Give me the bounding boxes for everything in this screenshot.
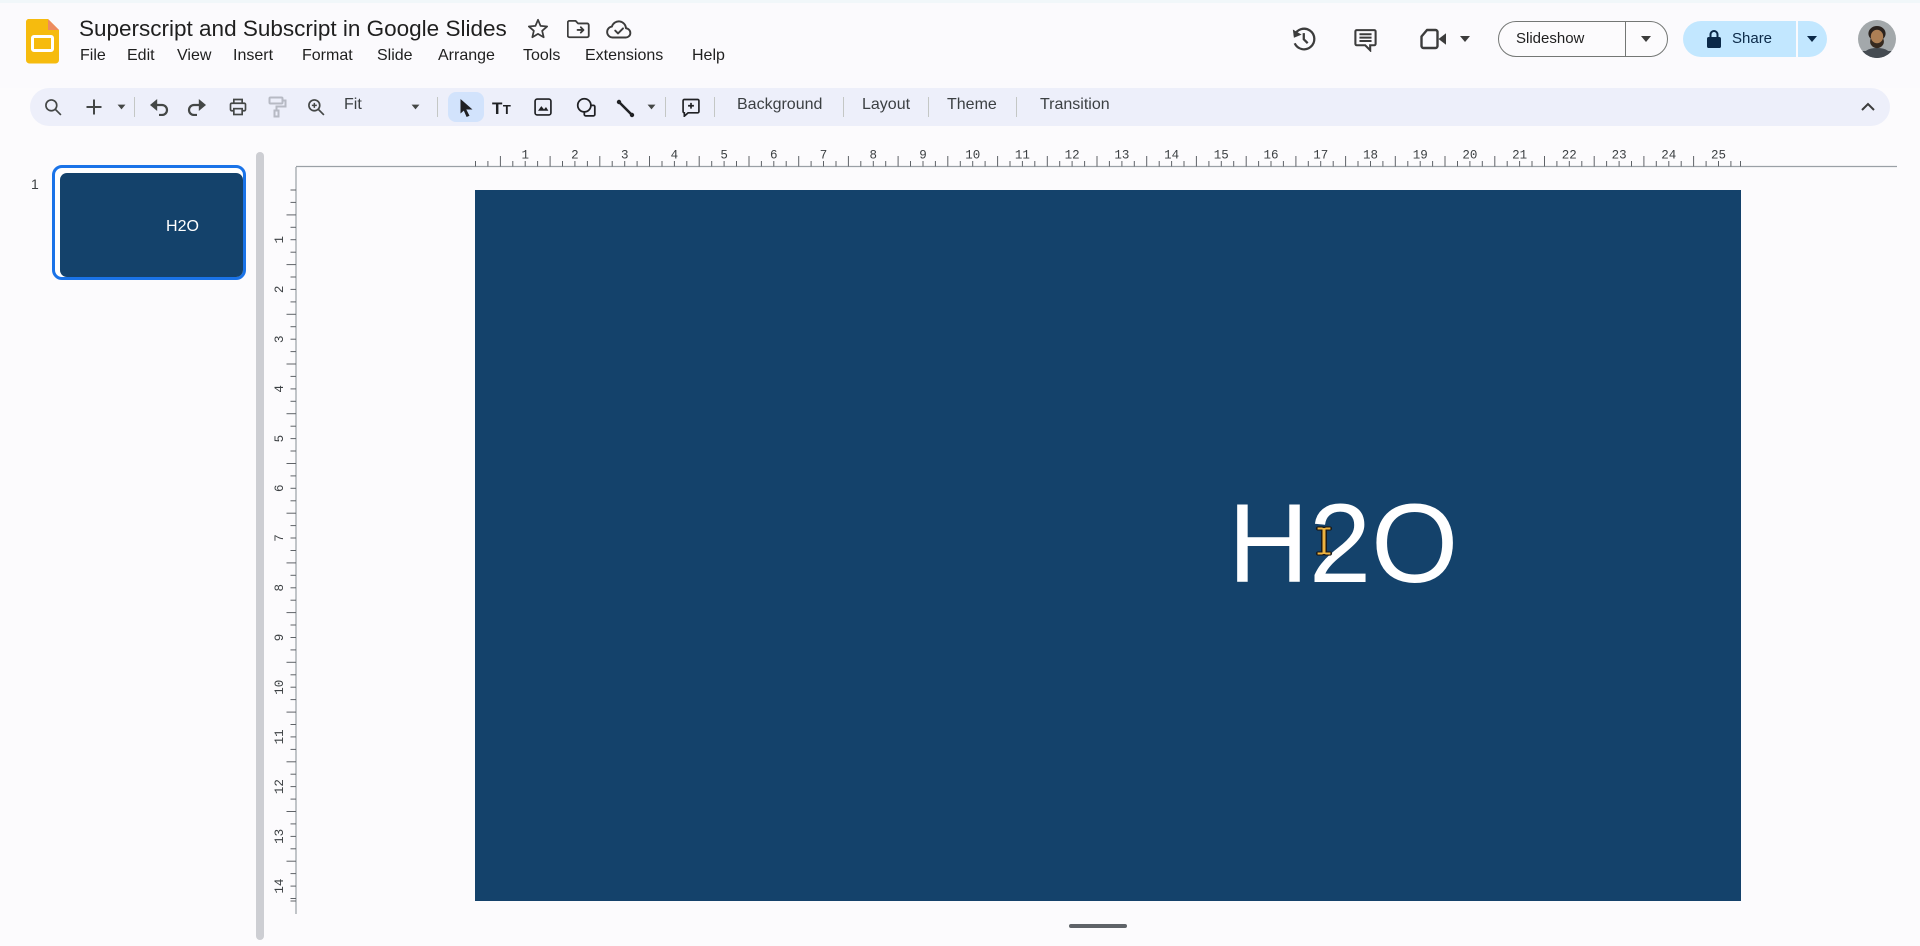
svg-text:16: 16 [1263,149,1278,163]
svg-text:3: 3 [273,335,287,343]
svg-text:14: 14 [273,879,287,894]
svg-text:7: 7 [820,149,828,163]
svg-text:9: 9 [919,149,927,163]
svg-text:15: 15 [1214,149,1229,163]
svg-text:5: 5 [273,435,287,443]
svg-text:12: 12 [273,779,287,794]
svg-text:8: 8 [273,584,287,592]
svg-text:14: 14 [1164,149,1179,163]
svg-text:1: 1 [521,149,529,163]
svg-text:25: 25 [1711,149,1726,163]
svg-text:6: 6 [770,149,778,163]
svg-text:10: 10 [273,680,287,695]
svg-text:9: 9 [273,634,287,642]
svg-text:5: 5 [720,149,728,163]
svg-text:23: 23 [1612,149,1627,163]
svg-text:4: 4 [671,149,679,163]
svg-text:17: 17 [1313,149,1328,163]
svg-text:6: 6 [273,485,287,493]
svg-text:18: 18 [1363,149,1378,163]
svg-text:4: 4 [273,385,287,393]
svg-text:3: 3 [621,149,629,163]
svg-text:13: 13 [273,829,287,844]
svg-text:11: 11 [273,729,287,744]
svg-text:22: 22 [1562,149,1577,163]
svg-text:2: 2 [571,149,579,163]
svg-text:7: 7 [273,534,287,542]
svg-text:10: 10 [965,149,980,163]
svg-text:1: 1 [273,236,287,244]
svg-text:19: 19 [1413,149,1428,163]
svg-text:21: 21 [1512,149,1527,163]
svg-text:13: 13 [1114,149,1129,163]
svg-text:11: 11 [1015,149,1030,163]
svg-text:8: 8 [870,149,878,163]
svg-text:24: 24 [1661,149,1676,163]
svg-text:20: 20 [1462,149,1477,163]
svg-text:2: 2 [273,286,287,294]
svg-text:12: 12 [1065,149,1080,163]
